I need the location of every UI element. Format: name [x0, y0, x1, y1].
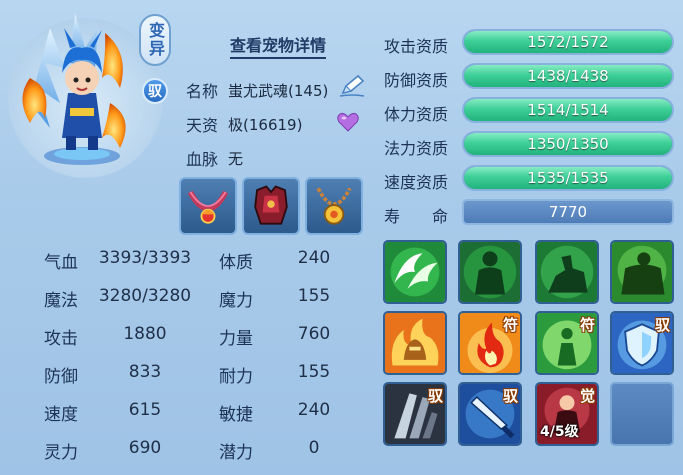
equip-slot-2[interactable] — [242, 177, 300, 235]
skill-badge: 符 — [502, 316, 518, 334]
stat-label: 耐力 — [219, 367, 253, 387]
aptitude-value: 1438/1438 — [527, 67, 609, 85]
stat-label: 防御 — [44, 367, 78, 387]
bloodline-label: 血脉 — [186, 150, 219, 169]
view-pet-details-link[interactable]: 查看宠物详情 — [230, 32, 327, 59]
horseman-icon — [537, 242, 597, 302]
name-value: 蚩尤武魂(145) — [228, 81, 329, 100]
variant-tag: 变异 — [139, 14, 171, 66]
stat-label: 攻击 — [44, 329, 78, 349]
pet-talent-row: 天资 极(16619) — [186, 112, 302, 136]
bloodline-value: 无 — [228, 149, 244, 168]
stat-label: 魔力 — [219, 291, 253, 311]
pet-name-row: 名称 蚩尤武魂(145) — [186, 78, 328, 102]
skill-badge: 驭 — [427, 387, 443, 405]
stat-value: 0 — [308, 438, 320, 458]
skill-badge: 驭 — [502, 387, 518, 405]
talent-value: 极(16619) — [228, 115, 303, 134]
skill-slot-11[interactable]: 觉 4/5级 — [535, 382, 599, 446]
necklace-icon — [187, 190, 229, 224]
stat-label: 魔法 — [44, 291, 78, 311]
fire-helmet-icon — [385, 313, 445, 373]
stat-label: 力量 — [219, 329, 253, 349]
skill-badge: 驭 — [654, 316, 670, 334]
aptitude-label: 防御资质 — [384, 71, 449, 90]
yu-tag-text: 驭 — [148, 84, 162, 100]
skill-slot-3[interactable] — [535, 240, 599, 304]
life-label: 寿 命 — [384, 207, 449, 226]
skill-slot-10[interactable]: 驭 — [458, 382, 522, 446]
aptitude-label: 体力资质 — [384, 105, 449, 124]
stat-value: 3393/3393 — [98, 248, 192, 268]
green-figure-icon — [460, 242, 520, 302]
wings-icon — [385, 242, 445, 302]
pet-detail-panel: 变异 驭 查看宠物详情 名称 蚩尤武魂(145) 天资 极(16619) 血脉 … — [0, 0, 683, 475]
life-value: 7770 — [548, 203, 588, 221]
skill-slot-1[interactable] — [383, 240, 447, 304]
aptitude-value: 1350/1350 — [527, 135, 609, 153]
yu-tag: 驭 — [142, 78, 168, 104]
skill-badge: 觉 — [579, 387, 595, 405]
stat-value: 615 — [128, 400, 162, 420]
stat-label: 灵力 — [44, 443, 78, 463]
skill-slot-7[interactable]: 符 — [535, 311, 599, 375]
aptitude-bar: 1535/1535 — [462, 165, 674, 191]
skill-slot-empty — [610, 382, 674, 446]
equip-slot-1[interactable] — [179, 177, 237, 235]
stat-value: 690 — [128, 438, 162, 458]
aptitude-value: 1514/1514 — [527, 101, 609, 119]
skill-level: 4/5级 — [540, 424, 579, 440]
stat-label: 敏捷 — [219, 405, 253, 425]
stat-value: 240 — [297, 400, 331, 420]
aptitude-label: 速度资质 — [384, 173, 449, 192]
rename-pencil-icon[interactable] — [338, 74, 366, 98]
amulet-icon — [316, 187, 352, 225]
skill-slot-8[interactable]: 驭 — [610, 311, 674, 375]
aptitude-bar: 1572/1572 — [462, 29, 674, 55]
stat-value: 833 — [128, 362, 162, 382]
heart-icon — [337, 112, 359, 132]
life-bar: 7770 — [462, 199, 674, 225]
stat-value: 155 — [297, 286, 331, 306]
stat-label: 体质 — [219, 253, 253, 273]
stat-value: 1880 — [123, 324, 167, 344]
aptitude-value: 1535/1535 — [527, 169, 609, 187]
armor-icon — [254, 185, 288, 225]
aptitude-label: 攻击资质 — [384, 37, 449, 56]
stat-value: 760 — [297, 324, 331, 344]
equip-slot-3[interactable] — [305, 177, 363, 235]
stat-value: 3280/3280 — [98, 286, 192, 306]
aptitude-bar: 1514/1514 — [462, 97, 674, 123]
skill-slot-2[interactable] — [458, 240, 522, 304]
aptitude-value: 1572/1572 — [527, 33, 609, 51]
skill-slot-4[interactable] — [610, 240, 674, 304]
variant-tag-text: 变异 — [146, 22, 165, 58]
aptitude-bar: 1438/1438 — [462, 63, 674, 89]
brute-icon — [612, 242, 672, 302]
aptitude-bar: 1350/1350 — [462, 131, 674, 157]
skill-slot-5[interactable] — [383, 311, 447, 375]
pet-bloodline-row: 血脉 无 — [186, 146, 243, 170]
stat-label: 速度 — [44, 405, 78, 425]
name-label: 名称 — [186, 82, 219, 101]
skill-slot-6[interactable]: 符 — [458, 311, 522, 375]
skill-badge: 符 — [579, 316, 595, 334]
talent-label: 天资 — [186, 116, 219, 135]
skill-slot-9[interactable]: 驭 — [383, 382, 447, 446]
stat-value: 155 — [297, 362, 331, 382]
stat-label: 气血 — [44, 253, 78, 273]
pet-portrait-icon — [22, 13, 126, 165]
aptitude-label: 法力资质 — [384, 139, 449, 158]
stat-value: 240 — [297, 248, 331, 268]
stat-label: 潜力 — [219, 443, 253, 463]
